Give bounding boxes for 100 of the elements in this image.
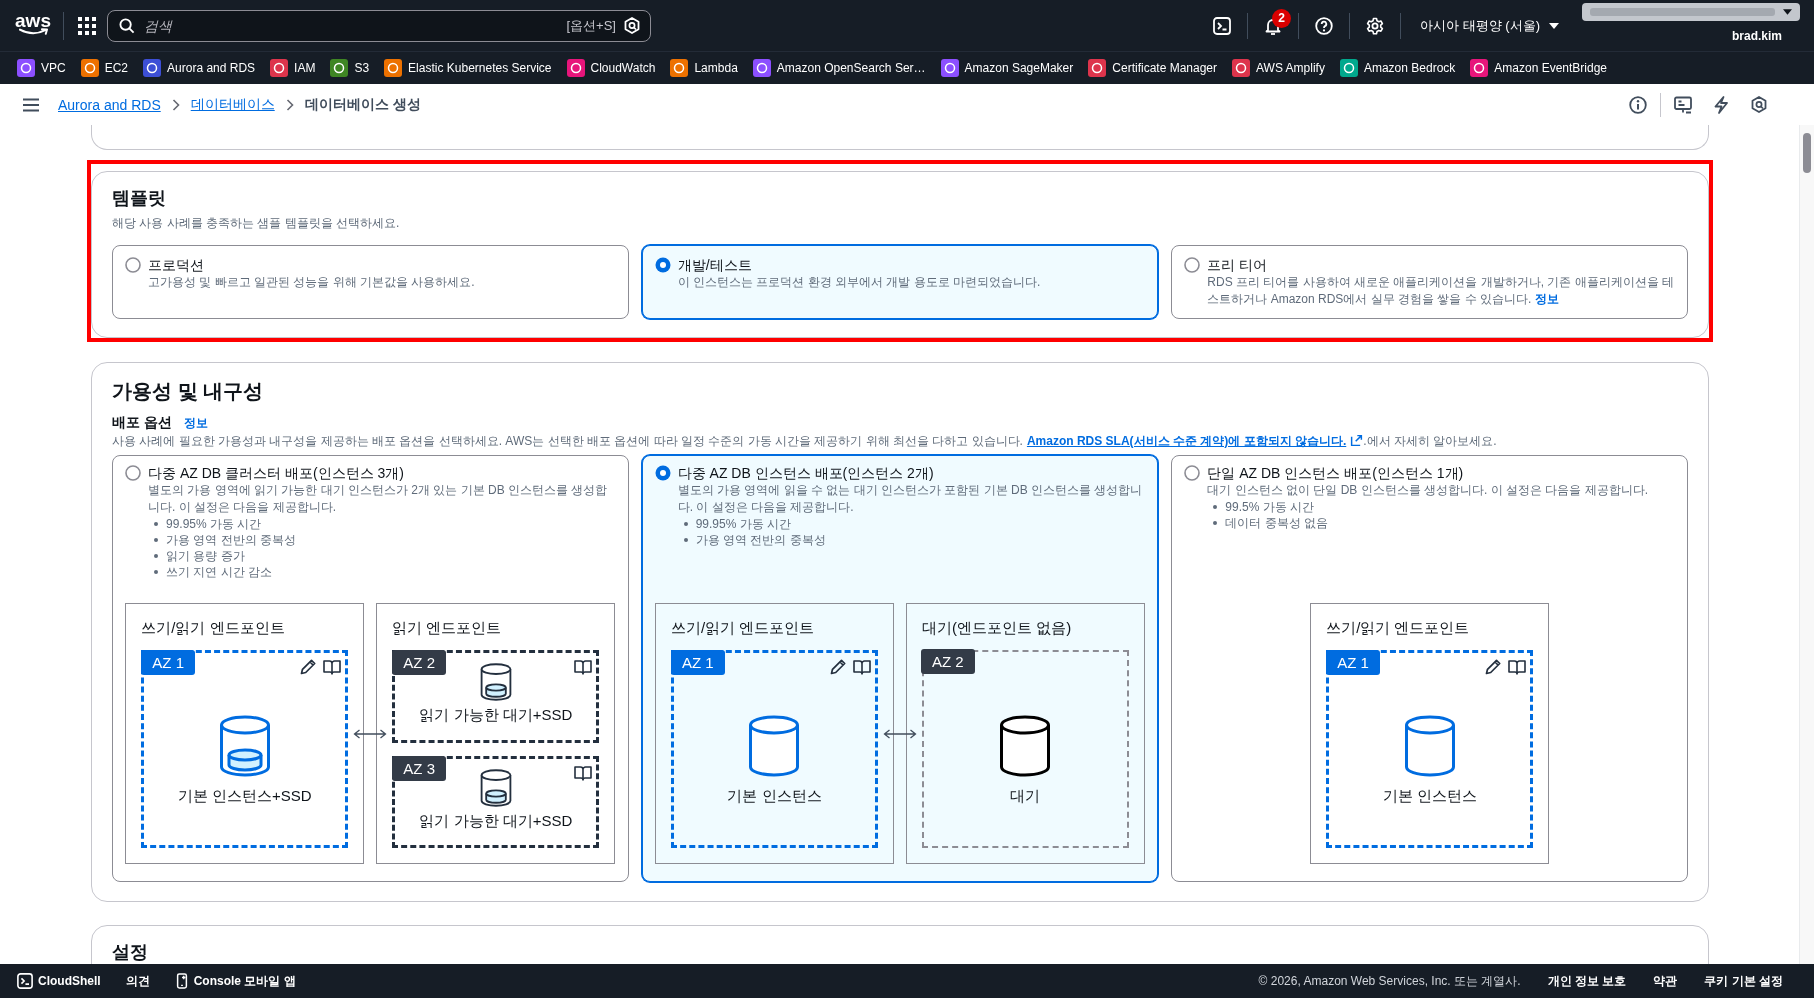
template-option[interactable]: 프리 티어 RDS 프리 티어를 사용하여 새로운 애플리케이션을 개발하거나, 기존 애플리케이션을 테스트하거나 Amazon RDS에서 실무 경험을 쌓을 수 있습니다. 정보	[1171, 245, 1688, 319]
phone-icon	[174, 973, 189, 989]
favorite-service-link[interactable]: CloudWatch	[566, 59, 656, 77]
zone-badge: AZ 1	[141, 650, 195, 675]
info-link[interactable]: 정보	[183, 414, 208, 432]
shortcut-hint: [옵션+S]	[566, 16, 616, 35]
favorite-service-link[interactable]: S3	[330, 59, 370, 77]
option-description: 고가용성 및 빠르고 일관된 성능을 위해 기본값을 사용하세요.	[147, 274, 476, 291]
bullet-text: 99.5% 가동 시간	[1225, 499, 1315, 515]
caret-icon	[1783, 9, 1792, 15]
footer-link[interactable]: 쿠키 기본 설정	[1704, 972, 1783, 990]
favorite-service-link[interactable]: Amazon OpenSearch Ser…	[752, 59, 926, 77]
pencil-icon	[829, 658, 847, 676]
breadcrumb-link[interactable]: 데이터베이스	[190, 95, 275, 114]
section-title: 가용성 및 내구성	[112, 379, 265, 404]
footer-link[interactable]: 개인 정보 보호	[1547, 972, 1627, 990]
favorite-service-link[interactable]: Amazon EventBridge	[1470, 59, 1608, 77]
radio-button[interactable]	[1184, 257, 1201, 273]
cloudshell-button[interactable]: CloudShell	[17, 973, 101, 989]
monitor-icon[interactable]	[1674, 95, 1692, 114]
bullet-text: 99.95% 가동 시간	[166, 516, 262, 532]
instance-label: 기본 인스턴스	[1382, 786, 1477, 806]
favorite-service-link[interactable]: Aurora and RDS	[143, 59, 256, 77]
template-option[interactable]: 프로덕션 고가용성 및 빠르고 일관된 성능을 위해 기본값을 사용하세요.	[112, 245, 629, 319]
option-description: RDS 프리 티어를 사용하여 새로운 애플리케이션을 개발하거나, 기존 애플리케이션을 테스트하거나 Amazon RDS에서 실무 경험을 쌓을 수 있습니다. 정보	[1206, 274, 1675, 308]
radio-button[interactable]	[125, 465, 141, 481]
mobile-app-link[interactable]: Console 모바일 앱	[174, 972, 296, 990]
section-description: 해당 사용 사례를 충족하는 샘플 템플릿을 선택하세요.	[112, 215, 401, 231]
bullet-text: 99.95% 가동 시간	[695, 516, 792, 532]
book-icon	[853, 658, 871, 676]
book-icon	[1508, 658, 1527, 676]
app-grid-icon[interactable]	[78, 16, 96, 35]
radio-button[interactable]	[654, 465, 671, 481]
favorite-service-link[interactable]: AWS Amplify	[1232, 59, 1325, 77]
instance-label: 읽기 가능한 대기+SSD	[419, 810, 573, 831]
template-option[interactable]: 개발/테스트 이 인스턴스는 프로덕션 환경 외부에서 개발 용도로 마련되었습니다.	[641, 245, 1159, 319]
panel-title: 쓰기/읽기 엔드포인트	[1326, 618, 1471, 638]
favorite-service-link[interactable]: Amazon SageMaker	[940, 59, 1074, 77]
chevron-right-icon	[285, 98, 294, 111]
breadcrumb-current: 데이터베이스 생성	[304, 95, 421, 114]
region-selector[interactable]: 아시아 태평양 (서울)	[1417, 16, 1562, 35]
info-icon[interactable]	[1629, 95, 1647, 114]
instance-label: 기본 인스턴스+SSD	[177, 786, 312, 806]
aws-logo[interactable]: aws	[17, 12, 49, 36]
menu-icon[interactable]	[22, 97, 40, 112]
scrollbar-thumb[interactable]	[1803, 133, 1811, 173]
option-title: 프리 티어	[1207, 256, 1268, 274]
section-title: 설정	[112, 941, 149, 963]
option-description: 별도의 가용 영역에 읽을 수 없는 대기 인스턴스가 포함된 기본 DB 인스턴스를 생성합니다. 이 설정은 다음을 제공합니다.	[677, 482, 1144, 516]
zone-badge: AZ 1	[671, 650, 725, 675]
external-link-icon[interactable]	[1350, 434, 1364, 447]
book-icon	[323, 658, 342, 676]
option-description: 대기 인스턴스 없이 단일 DB 인스턴스를 생성합니다. 이 설정은 다음을 제공합니다.	[1207, 482, 1649, 499]
option-title: 프로덕션	[148, 256, 204, 274]
sla-link[interactable]: Amazon RDS SLA(서비스 수준 계약)에 포함되지 않습니다.	[1026, 434, 1347, 448]
terminal-icon[interactable]	[1213, 16, 1232, 35]
deployment-option[interactable]: 단일 AZ DB 인스턴스 배포(인스턴스 1개) 대기 인스턴스 없이 단일 DB 인스턴스를 생성합니다. 이 설정은 다음을 제공합니다. 99.5% 가동 시간 데이터 중복성 없음 쓰기/읽기 엔드포인트 AZ 1 기본 인스턴스	[1171, 455, 1688, 882]
lightning-icon[interactable]	[1712, 95, 1730, 114]
section-title: 템플릿	[112, 187, 167, 209]
panel-title: 대기(엔드포인트 없음)	[922, 618, 1073, 638]
breadcrumb-link[interactable]: Aurora and RDS	[58, 96, 161, 113]
favorite-service-link[interactable]: VPC	[17, 59, 66, 77]
panel-title: 읽기 엔드포인트	[392, 618, 503, 638]
copyright-text: © 2026, Amazon Web Services, Inc. 또는 계열사.	[1258, 972, 1521, 990]
radio-button[interactable]	[1184, 465, 1201, 481]
feedback-link[interactable]: 의견	[125, 972, 150, 990]
bullet-icon	[683, 538, 688, 542]
caret-icon	[1549, 22, 1559, 29]
favorite-service-link[interactable]: IAM	[270, 59, 316, 77]
option-title: 단일 AZ DB 인스턴스 배포(인스턴스 1개)	[1207, 464, 1464, 482]
bullet-text: 읽기 용량 증가	[166, 548, 245, 564]
favorite-service-link[interactable]: Elastic Kubernetes Service	[384, 59, 552, 77]
double-headed-arrow	[883, 728, 917, 739]
footer-link[interactable]: 약관	[1653, 972, 1678, 990]
info-link[interactable]: 정보	[1535, 292, 1560, 306]
bullet-icon	[154, 570, 158, 574]
favorite-service-link[interactable]: Lambda	[670, 59, 738, 77]
hexagon-icon[interactable]	[1751, 96, 1767, 113]
bullet-icon	[683, 522, 688, 526]
pencil-icon	[1484, 658, 1503, 676]
option-title: 다중 AZ DB 클러스터 배포(인스턴스 3개)	[148, 464, 404, 482]
deployment-option[interactable]	[112, 455, 629, 882]
settings-icon[interactable]	[1366, 16, 1385, 35]
zone-badge: AZ 2	[392, 650, 446, 675]
option-title: 개발/테스트	[677, 256, 752, 274]
radio-button[interactable]	[654, 257, 671, 273]
zone-badge: AZ 1	[1326, 650, 1380, 675]
bullet-icon	[154, 554, 158, 558]
favorite-service-link[interactable]: Certificate Manager	[1088, 59, 1217, 77]
bullet-icon	[154, 538, 158, 542]
option-description: 별도의 가용 영역에 읽기 가능한 대기 인스턴스가 2개 있는 기본 DB 인스턴스를 생성합니다. 이 설정은 다음을 제공합니다.	[148, 482, 609, 516]
help-icon[interactable]	[1315, 16, 1334, 35]
field-label: 배포 옵션	[112, 414, 172, 432]
deployment-option[interactable]: 다중 AZ DB 인스턴스 배포(인스턴스 2개) 별도의 가용 영역에 읽을 수 없는 대기 인스턴스가 포함된 기본 DB 인스턴스를 생성합니다. 이 설정은 다음을 제공합니다. 99.95% 가동 시간 가용 영역 전반의 중복성 쓰기/읽기 엔드포인트 AZ 1 기본 인스턴스 대기(엔드포인트 없음) AZ 2 대기	[641, 455, 1159, 882]
bullet-text: 쓰기 지연 시간 감소	[166, 564, 272, 580]
bullet-text: 데이터 중복성 없음	[1225, 515, 1328, 531]
favorite-service-link[interactable]: EC2	[80, 59, 129, 77]
favorite-service-link[interactable]: Amazon Bedrock	[1339, 59, 1456, 77]
instance-label: 대기	[1010, 786, 1041, 806]
radio-button[interactable]	[125, 257, 141, 273]
